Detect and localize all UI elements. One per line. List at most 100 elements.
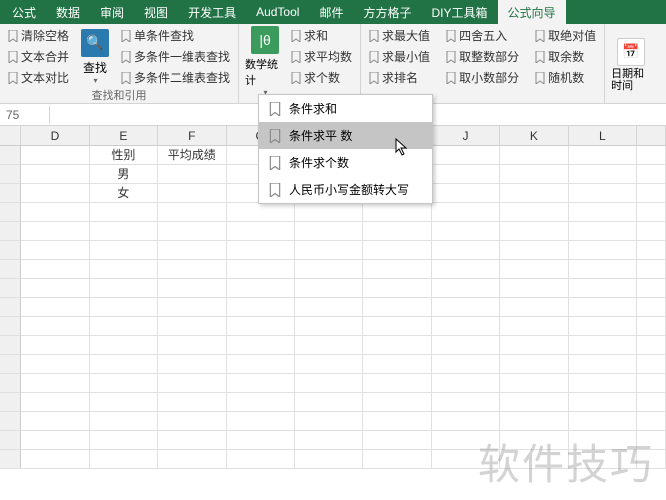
btn-find[interactable]: 🔍 查找 ▾ (75, 26, 115, 87)
cell[interactable] (295, 412, 363, 431)
cell[interactable] (500, 317, 568, 336)
row-head[interactable] (0, 412, 21, 431)
btn-math-stats[interactable]: |θ 数学统计 ▾ (245, 26, 285, 97)
cell[interactable] (637, 412, 666, 431)
cell[interactable] (90, 412, 158, 431)
col-head-J[interactable]: J (432, 126, 500, 146)
cell[interactable] (432, 336, 500, 355)
cell[interactable] (432, 374, 500, 393)
cell[interactable] (158, 279, 226, 298)
cell[interactable] (90, 374, 158, 393)
cell[interactable] (21, 317, 89, 336)
btn-average[interactable]: 求平均数 (289, 47, 354, 66)
cell[interactable] (295, 317, 363, 336)
cell[interactable] (295, 336, 363, 355)
tab-diy[interactable]: DIY工具箱 (421, 0, 497, 25)
cell[interactable] (432, 393, 500, 412)
row-head[interactable] (0, 222, 21, 241)
cell[interactable] (637, 222, 666, 241)
namebox[interactable]: 75 (0, 106, 50, 124)
cell[interactable] (158, 165, 226, 184)
cell[interactable] (295, 355, 363, 374)
cell[interactable] (227, 317, 295, 336)
cell[interactable] (295, 431, 363, 450)
cell[interactable] (295, 374, 363, 393)
cell[interactable] (500, 279, 568, 298)
cell[interactable] (363, 431, 431, 450)
cell[interactable] (432, 146, 500, 165)
cell[interactable] (500, 184, 568, 203)
cell[interactable] (500, 374, 568, 393)
cell[interactable] (637, 355, 666, 374)
menu-conditional-sum[interactable]: 条件求和 (259, 95, 432, 122)
btn-dec-part[interactable]: 取小数部分 (444, 68, 521, 87)
tab-formula-wizard[interactable]: 公式向导 (498, 0, 566, 25)
cell[interactable] (500, 431, 568, 450)
cell[interactable] (569, 260, 637, 279)
btn-int-part[interactable]: 取整数部分 (444, 47, 521, 66)
cell[interactable] (363, 222, 431, 241)
cell[interactable] (295, 222, 363, 241)
btn-clear-spaces[interactable]: 清除空格 (6, 26, 71, 45)
cell[interactable] (227, 279, 295, 298)
cell[interactable] (21, 374, 89, 393)
row-head[interactable] (0, 241, 21, 260)
row-head[interactable] (0, 431, 21, 450)
cell[interactable] (363, 298, 431, 317)
select-all-corner[interactable] (0, 126, 21, 146)
col-head-end[interactable] (637, 126, 666, 146)
cell[interactable] (432, 317, 500, 336)
cell[interactable] (21, 203, 89, 222)
tab-mail[interactable]: 邮件 (309, 0, 353, 25)
row-head[interactable] (0, 203, 21, 222)
cell[interactable] (569, 393, 637, 412)
cell[interactable] (158, 222, 226, 241)
cell[interactable] (21, 412, 89, 431)
cell[interactable] (158, 412, 226, 431)
cell[interactable] (500, 146, 568, 165)
cell[interactable] (363, 279, 431, 298)
btn-rank[interactable]: 求排名 (367, 68, 432, 87)
tab-data[interactable]: 数据 (46, 0, 90, 25)
cell[interactable] (432, 203, 500, 222)
cell[interactable] (158, 374, 226, 393)
cell[interactable] (432, 241, 500, 260)
cell[interactable] (637, 336, 666, 355)
row-head[interactable] (0, 450, 21, 469)
cell[interactable] (432, 298, 500, 317)
cell[interactable] (569, 317, 637, 336)
cell[interactable] (227, 450, 295, 469)
cell[interactable] (500, 450, 568, 469)
cell[interactable] (569, 184, 637, 203)
cell[interactable]: 女 (90, 184, 158, 203)
cell[interactable] (569, 165, 637, 184)
col-head-E[interactable]: E (90, 126, 158, 146)
row-head[interactable] (0, 184, 21, 203)
cell[interactable] (90, 203, 158, 222)
cell[interactable] (432, 412, 500, 431)
cell[interactable] (500, 222, 568, 241)
cell[interactable] (227, 203, 295, 222)
cell[interactable] (569, 450, 637, 469)
cell[interactable] (227, 260, 295, 279)
cell[interactable] (500, 298, 568, 317)
cell[interactable] (90, 450, 158, 469)
row-head[interactable] (0, 298, 21, 317)
cell[interactable] (295, 260, 363, 279)
cell[interactable] (90, 336, 158, 355)
row-head[interactable] (0, 374, 21, 393)
cell[interactable] (637, 146, 666, 165)
btn-multi-1d-lookup[interactable]: 多条件一维表查找 (119, 47, 232, 66)
cell[interactable] (363, 260, 431, 279)
btn-datetime[interactable]: 📅 日期和时间 (611, 26, 651, 103)
cell[interactable] (90, 260, 158, 279)
cell[interactable] (363, 241, 431, 260)
cell[interactable] (637, 260, 666, 279)
cell[interactable] (227, 431, 295, 450)
cell[interactable] (637, 317, 666, 336)
row-head[interactable] (0, 279, 21, 298)
cell[interactable] (90, 431, 158, 450)
cell[interactable] (295, 298, 363, 317)
cell[interactable] (500, 336, 568, 355)
cell[interactable] (227, 374, 295, 393)
